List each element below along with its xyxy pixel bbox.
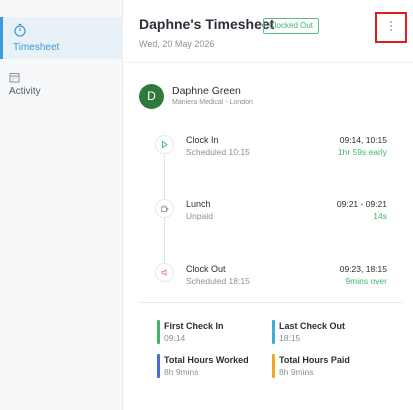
timeline-subtitle: Unpaid [186,211,213,221]
more-options-button[interactable] [375,12,407,43]
stopwatch-icon [13,23,27,42]
timeline-time: 09:23, 18:15 [339,264,387,274]
avatar: D [139,84,164,109]
sidebar-item-label: Activity [9,86,41,97]
date-label: Wed, 20 May 2026 [139,39,215,49]
timeline-delta: 14s [373,211,387,221]
timeline-subtitle: Scheduled 18:15 [186,276,250,286]
summary-label: First Check In [164,321,224,331]
summary-label: Total Hours Paid [279,355,350,365]
sidebar-item-activity[interactable]: Activity [0,66,123,102]
coffee-icon [155,199,174,218]
summary-first-check-in: First Check In 09:14 [157,320,224,344]
status-badge: Clocked Out [263,18,320,34]
timeline-title: Clock In [186,135,219,145]
summary-value: 8h 9mins [164,367,199,377]
sidebar: Timesheet Activity [0,0,123,410]
timeline-time: 09:21 - 09:21 [336,199,387,209]
summary-bar [157,354,160,378]
stop-icon [155,263,174,282]
employee-org: Maniera Medical - London [172,99,253,106]
summary-value: 09:14 [164,333,186,343]
more-vertical-icon [389,19,393,37]
timesheet-app: Timesheet Activity Daphne's Timesheet Cl… [0,0,413,410]
summary-bar [272,320,275,344]
summary-total-hours-paid: Total Hours Paid 8h 9mins [272,354,350,378]
header-divider [124,62,413,63]
employee-name: Daphne Green [172,85,241,97]
sidebar-item-timesheet[interactable]: Timesheet [0,17,123,59]
timeline-title: Lunch [186,199,211,209]
summary-bar [272,354,275,378]
summary-divider [139,302,403,303]
sidebar-item-label: Timesheet [13,42,60,53]
timeline-time: 09:14, 10:15 [339,135,387,145]
timeline-title: Clock Out [186,264,226,274]
play-icon [155,135,174,154]
summary-last-check-out: Last Check Out 18:15 [272,320,345,344]
summary-bar [157,320,160,344]
summary-label: Total Hours Worked [164,355,249,365]
summary-label: Last Check Out [279,321,346,331]
timeline-delta: 9mins over [345,276,387,286]
page-title: Daphne's Timesheet [139,16,275,32]
timeline-subtitle: Scheduled 10:15 [186,147,250,157]
timeline-delta: 1hr 59s early [337,147,387,157]
summary-value: 18:15 [279,333,301,343]
main-panel: Daphne's Timesheet Clocked Out Wed, 20 M… [124,0,413,410]
summary-total-hours-worked: Total Hours Worked 8h 9mins [157,354,249,378]
summary-value: 8h 9mins [279,367,314,377]
